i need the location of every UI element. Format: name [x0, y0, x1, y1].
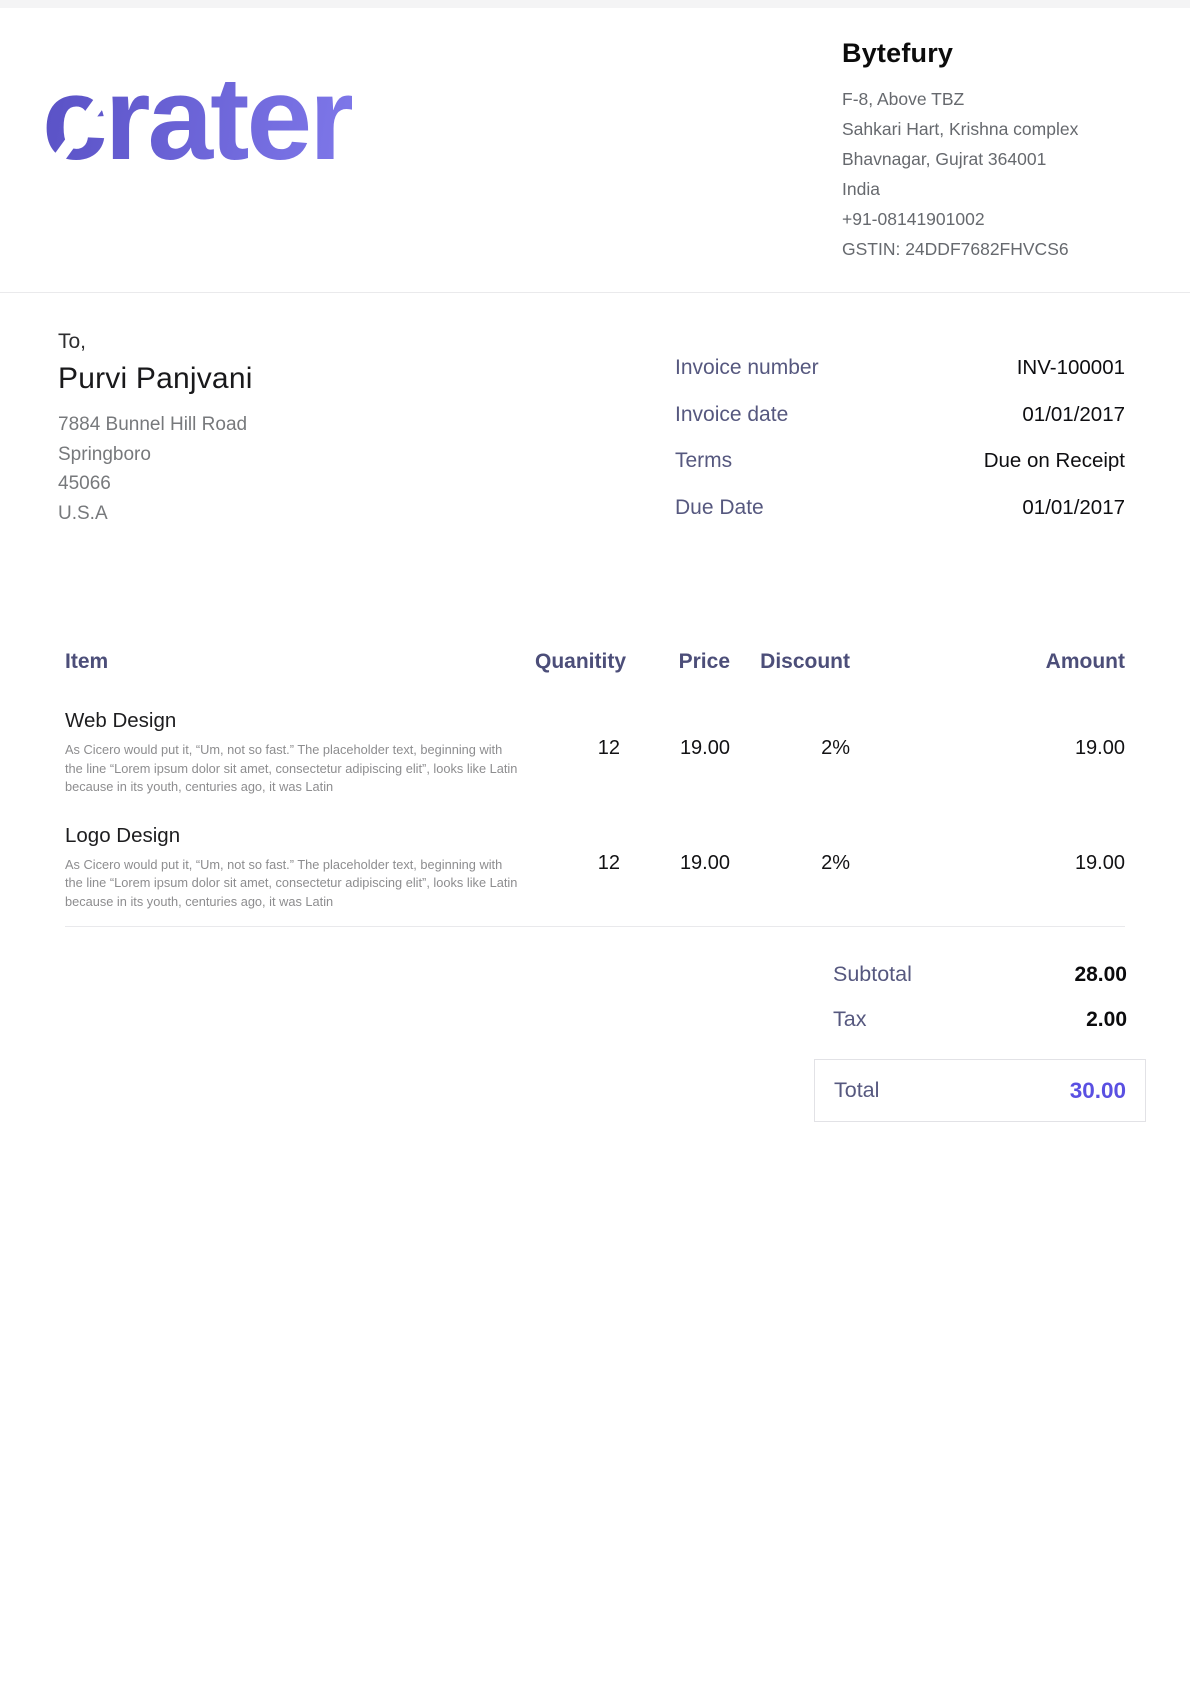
column-header-discount: Discount [730, 650, 850, 674]
item-cell: Web Design As Cicero would put it, “Um, … [65, 708, 535, 797]
item-amount: 19.00 [850, 708, 1125, 797]
column-header-quantity: Quanitity [535, 650, 620, 674]
invoice-number-label: Invoice number [675, 356, 819, 380]
table-header-row: Item Quanitity Price Discount Amount [65, 650, 1125, 674]
terms-row: Terms Due on Receipt [675, 449, 1125, 496]
due-date-row: Due Date 01/01/2017 [675, 496, 1125, 543]
customer-address-line: Springboro [58, 440, 478, 470]
customer-address-line: U.S.A [58, 499, 478, 529]
page-top-strip [0, 0, 1190, 8]
header-divider [0, 292, 1190, 293]
subtotal-value: 28.00 [1074, 963, 1127, 987]
item-discount: 2% [730, 708, 850, 797]
customer-address-line: 7884 Bunnel Hill Road [58, 410, 478, 440]
invoice-number-value: INV-100001 [1017, 356, 1125, 380]
tax-label: Tax [833, 1007, 866, 1032]
terms-label: Terms [675, 449, 732, 473]
company-address-line: F-8, Above TBZ [842, 84, 1162, 114]
bill-to-label: To, [58, 330, 478, 354]
due-date-label: Due Date [675, 496, 764, 520]
item-quantity: 12 [535, 708, 620, 797]
column-header-amount: Amount [850, 650, 1125, 674]
subtotal-label: Subtotal [833, 962, 912, 987]
customer-name: Purvi Panjvani [58, 362, 478, 396]
item-description: As Cicero would put it, “Um, not so fast… [65, 741, 520, 797]
company-address: F-8, Above TBZ Sahkari Hart, Krishna com… [842, 84, 1162, 264]
totals-section: Subtotal 28.00 Tax 2.00 Total 30.00 [814, 952, 1146, 1122]
invoice-date-value: 01/01/2017 [1022, 403, 1125, 427]
invoice-date-row: Invoice date 01/01/2017 [675, 403, 1125, 450]
subtotal-row: Subtotal 28.00 [814, 952, 1146, 997]
company-address-line: Sahkari Hart, Krishna complex [842, 114, 1162, 144]
table-divider [65, 926, 1125, 927]
logo-cut-decoration [400, 89, 440, 138]
crater-logo: crater [42, 58, 472, 198]
company-info: Bytefury F-8, Above TBZ Sahkari Hart, Kr… [842, 38, 1162, 264]
terms-value: Due on Receipt [984, 449, 1125, 473]
invoice-meta: Invoice number INV-100001 Invoice date 0… [675, 356, 1125, 542]
item-amount: 19.00 [850, 823, 1125, 912]
item-price: 19.00 [620, 823, 730, 912]
tax-value: 2.00 [1086, 1008, 1127, 1032]
item-name: Web Design [65, 708, 535, 734]
item-description: As Cicero would put it, “Um, not so fast… [65, 856, 520, 912]
bill-to-section: To, Purvi Panjvani 7884 Bunnel Hill Road… [58, 330, 478, 528]
items-table: Item Quanitity Price Discount Amount Web… [65, 650, 1125, 937]
invoice-page: crater Bytefury F-8, Above TBZ Sahkari H… [0, 0, 1190, 1684]
item-cell: Logo Design As Cicero would put it, “Um,… [65, 823, 535, 912]
item-name: Logo Design [65, 823, 535, 849]
due-date-value: 01/01/2017 [1022, 496, 1125, 520]
total-box: Total 30.00 [814, 1059, 1146, 1122]
company-gstin: GSTIN: 24DDF7682FHVCS6 [842, 234, 1162, 264]
company-phone: +91-08141901002 [842, 204, 1162, 234]
column-header-item: Item [65, 650, 535, 674]
company-name: Bytefury [842, 38, 1162, 69]
company-address-line: India [842, 174, 1162, 204]
invoice-date-label: Invoice date [675, 403, 788, 427]
total-value: 30.00 [1070, 1078, 1126, 1104]
total-label: Total [834, 1078, 879, 1103]
item-price: 19.00 [620, 708, 730, 797]
table-row: Logo Design As Cicero would put it, “Um,… [65, 823, 1125, 912]
tax-row: Tax 2.00 [814, 997, 1146, 1042]
company-address-line: Bhavnagar, Gujrat 364001 [842, 144, 1162, 174]
column-header-price: Price [620, 650, 730, 674]
customer-address-line: 45066 [58, 469, 478, 499]
invoice-number-row: Invoice number INV-100001 [675, 356, 1125, 403]
item-quantity: 12 [535, 823, 620, 912]
item-discount: 2% [730, 823, 850, 912]
customer-address: 7884 Bunnel Hill Road Springboro 45066 U… [58, 410, 478, 528]
table-row: Web Design As Cicero would put it, “Um, … [65, 708, 1125, 797]
